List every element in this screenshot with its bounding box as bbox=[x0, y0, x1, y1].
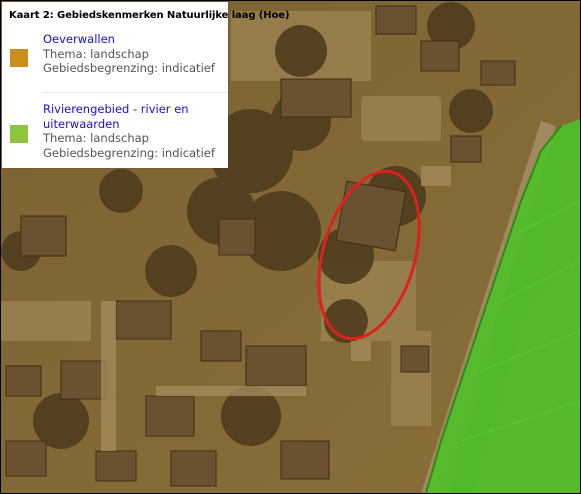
map-legend: Kaart 2: Gebiedskenmerken Natuurlijke la… bbox=[2, 2, 290, 168]
oeverwallen-swatch bbox=[10, 49, 28, 67]
legend-divider bbox=[42, 92, 228, 93]
legend-entry-thema: Thema: landschap bbox=[43, 131, 149, 145]
legend-entry-oeverwallen[interactable]: Oeverwallen Thema: landschap Gebiedsbegr… bbox=[2, 32, 228, 82]
legend-entry-name-line2[interactable]: uiterwaarden bbox=[43, 117, 215, 132]
legend-entry-text: Rivierengebied - rivier en uiterwaarden … bbox=[43, 102, 215, 160]
legend-entry-begrenzing: Gebiedsbegrenzing: indicatief bbox=[43, 61, 215, 75]
map-frame: Kaart 2: Gebiedskenmerken Natuurlijke la… bbox=[0, 0, 581, 494]
legend-entry-begrenzing: Gebiedsbegrenzing: indicatief bbox=[43, 145, 215, 160]
legend-title: Kaart 2: Gebiedskenmerken Natuurlijke la… bbox=[9, 10, 290, 21]
rivierengebied-swatch bbox=[10, 125, 28, 143]
legend-entry-name[interactable]: Oeverwallen bbox=[43, 32, 215, 47]
legend-entry-text: Oeverwallen Thema: landschap Gebiedsbegr… bbox=[43, 32, 215, 76]
legend-entry-thema: Thema: landschap bbox=[43, 46, 149, 61]
legend-entry-name-line1[interactable]: Rivierengebied - rivier en bbox=[43, 102, 215, 117]
legend-entry-rivierengebied[interactable]: Rivierengebied - rivier en uiterwaarden … bbox=[2, 102, 228, 164]
